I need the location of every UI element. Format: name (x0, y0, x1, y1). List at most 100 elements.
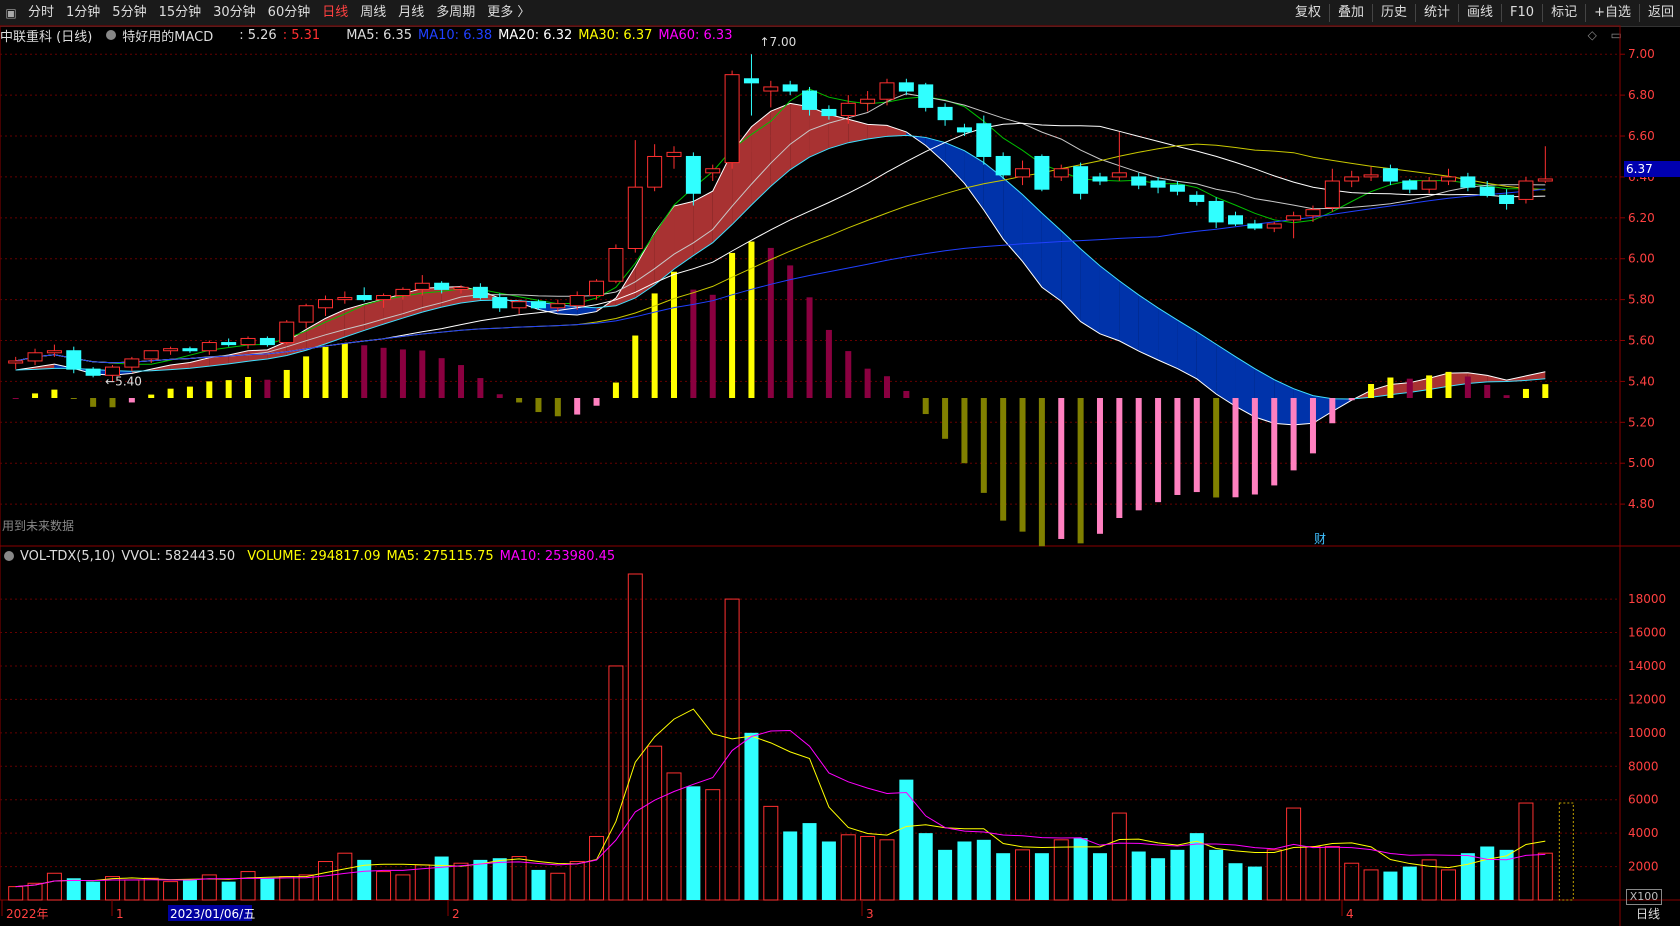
cursor-date-box (168, 905, 252, 921)
macd-histogram-bar (438, 358, 445, 398)
volume-bar (531, 869, 546, 900)
toolbar-button-6[interactable]: 标记 (1545, 0, 1583, 26)
candle-body (1131, 176, 1147, 186)
ma10-line (15, 93, 1546, 364)
toolbar-button-5[interactable]: F10 (1504, 0, 1540, 26)
candle-body (840, 102, 856, 117)
volume-bar (511, 856, 527, 901)
macd-band-segment (73, 368, 94, 374)
volume-bar (1344, 862, 1360, 901)
candle-body (802, 90, 818, 110)
period-tab-5[interactable]: 60分钟 (262, 0, 317, 26)
volume-bar (201, 874, 217, 901)
volume-bar (473, 859, 488, 900)
period-tab-4[interactable]: 30分钟 (207, 0, 262, 26)
volume-settings-icon[interactable] (4, 551, 14, 561)
candle-body (1150, 180, 1166, 188)
date-tick-label: 1 (116, 907, 124, 921)
period-tab-8[interactable]: 月线 (392, 0, 430, 26)
volume-bar (627, 573, 643, 901)
period-tab-9[interactable]: 多周期 (430, 0, 481, 26)
volume-indicator-name[interactable]: VOL-TDX(5,10) (20, 549, 115, 564)
candle-body (66, 350, 82, 370)
candle-body (1402, 180, 1418, 190)
macd-band-segment (1332, 398, 1352, 412)
macd-band-segment (1080, 248, 1100, 334)
macd-dif-line (15, 102, 1546, 426)
candle-body (608, 247, 624, 282)
stock-chart[interactable]: 7.006.806.606.406.206.005.805.605.405.20… (0, 0, 1680, 926)
macd-band-segment (1293, 388, 1313, 425)
volume-bar (957, 841, 972, 900)
macd-histogram-bar (709, 294, 716, 398)
period-tab-3[interactable]: 15分钟 (153, 0, 208, 26)
candle-body (492, 297, 508, 309)
indicator-name[interactable]: 特好用的MACD (122, 26, 213, 45)
toolbar-button-8[interactable]: 返回 (1642, 0, 1680, 26)
volume-bar (414, 864, 430, 901)
candle-body (1189, 194, 1205, 202)
toolbar-button-2[interactable]: 历史 (1375, 0, 1413, 26)
volume-tick-label: 2000 (1628, 860, 1659, 874)
toolbar-button-3[interactable]: 统计 (1418, 0, 1456, 26)
toolbar-button-7[interactable]: +自选 (1588, 0, 1637, 26)
period-tab-1[interactable]: 1分钟 (60, 0, 106, 26)
period-tab-0[interactable]: 分时 (22, 0, 60, 26)
candle-body (1324, 180, 1340, 209)
macd-histogram-bar (535, 398, 542, 413)
period-tab-10[interactable]: 更多 〉 (481, 0, 536, 26)
candle-body (763, 86, 779, 92)
macd-histogram-bar (651, 293, 658, 398)
volume-bar (453, 862, 469, 901)
period-tab-6[interactable]: 日线 (316, 0, 354, 26)
volume-bar (996, 853, 1011, 900)
macd-band-segment (1061, 230, 1081, 322)
candle-body (27, 352, 43, 362)
candle-body (860, 98, 876, 104)
macd-histogram-bar (961, 398, 968, 464)
price-tick-label: 5.20 (1628, 415, 1655, 429)
volume-tick-label: 18000 (1628, 592, 1666, 606)
volume-tick-label: 16000 (1628, 626, 1666, 640)
toolbar-button-1[interactable]: 叠加 (1332, 0, 1370, 26)
macd-band-segment (1216, 344, 1236, 407)
maximize-icon[interactable]: ▭ (1611, 28, 1622, 42)
candle-body (589, 280, 605, 297)
volume-bar (550, 872, 566, 901)
volume-bar (298, 874, 314, 901)
macd-band-segment (1138, 294, 1159, 361)
macd-band-segment (1506, 375, 1526, 382)
candle-body (85, 368, 101, 376)
macd-band-segment (693, 191, 713, 256)
macd-band-segment (209, 354, 229, 367)
toolbar-button-4[interactable]: 画线 (1461, 0, 1499, 26)
macd-band-segment (751, 111, 771, 205)
volume-tick-label: 4000 (1628, 826, 1659, 840)
toolbar-button-0[interactable]: 复权 (1289, 0, 1327, 26)
volume-bar (1131, 851, 1146, 900)
candle-body (627, 186, 643, 249)
volume-tick-label: 12000 (1628, 692, 1666, 706)
price-indicator-info: 中联重科 (日线) 特好用的MACD : 5.26 : 5.31 MA5: 6.… (0, 26, 1620, 45)
candle-body (1111, 172, 1127, 178)
volume-bar (492, 858, 507, 900)
macd-histogram-bar (593, 398, 600, 406)
macd-band-segment (654, 206, 675, 285)
macd-histogram-bar (1368, 384, 1375, 398)
diamond-icon[interactable]: ◇ (1588, 28, 1597, 42)
macd-histogram-bar (1000, 398, 1007, 521)
indicator-settings-icon[interactable] (106, 30, 117, 40)
period-tab-7[interactable]: 周线 (354, 0, 392, 26)
macd-histogram-bar (264, 379, 271, 398)
volume-bar (1305, 846, 1321, 901)
macd-band-segment (35, 364, 55, 370)
menu-icon[interactable]: ▣ (4, 6, 18, 20)
period-tab-2[interactable]: 5分钟 (106, 0, 152, 26)
macd-histogram-bar (51, 389, 58, 398)
candle-body (976, 123, 992, 157)
volume-bar (1111, 812, 1127, 901)
ma20-value: MA20: 6.32 (498, 27, 573, 43)
macd-band-segment (1371, 384, 1391, 398)
ma20-line (15, 122, 1546, 364)
volume-bar (899, 779, 914, 900)
